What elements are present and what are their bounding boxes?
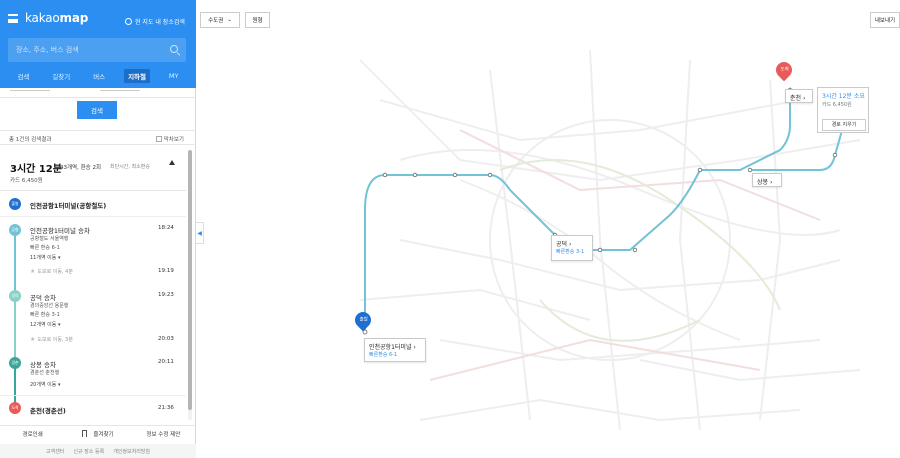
footer-link-support[interactable]: 고객센터 [46,448,64,455]
start-station[interactable]: 인천공항1터미널(공항철도) [30,200,106,210]
last-train-label: 막차보기 [163,137,184,143]
segment-note: 빠른 환승 6-1 [30,245,60,251]
transfer1-callout[interactable]: 공덕 › 빠른환승 3-1 [551,235,593,261]
tab-search[interactable]: 검색 [13,69,33,83]
kakaomap-logo[interactable]: kakaomap [25,11,88,25]
app: kakaomap 현 지도 내 장소검색 검색 길찾기 버스 지하철 MY 검색 [0,0,900,458]
transfer2-callout[interactable]: 상봉 › [752,173,782,187]
chevron-right-icon: › [769,179,773,186]
segment-title[interactable]: 상봉 승차 [30,359,56,369]
chevron-right-icon: › [568,241,572,248]
summary-duration: 3시간 12분 소요 [822,93,865,100]
segment-line: 경춘선 춘천행 [30,370,60,376]
segment-badge-gyeongui: 경의 [9,290,21,302]
segment-title[interactable]: 공덕 승차 [30,292,56,302]
panel-header: kakaomap 현 지도 내 장소검색 검색 길찾기 버스 지하철 MY [0,0,196,88]
end-badge: 도착 [9,402,21,414]
walk-icon: ★ [30,268,36,275]
route-fare: 카드 6,450원 [10,178,43,184]
divider [0,216,186,217]
segment-stops[interactable]: 12개역 이동 ▾ [30,321,60,328]
chevron-right-icon: › [413,344,416,351]
reset-button[interactable]: 원형 [245,12,270,28]
start-badge: 출발 [9,198,21,210]
route-meta: 43개역, 환승 2회 [60,165,102,171]
menu-icon[interactable] [8,14,18,23]
walk-info: ★ 도보로 이동, 4분 [30,268,73,275]
destination-field-underline [100,90,140,91]
end-time: 21:36 [158,405,174,411]
segment-badge-gyeongchun: 경춘 [9,357,21,369]
tab-bus[interactable]: 버스 [89,69,109,83]
result-count: 총 1건의 검색결과 [9,137,52,143]
tab-my[interactable]: MY [165,70,183,82]
segment-arrive: 20:03 [158,336,174,342]
segment-note: 빠른 환승 3-1 [30,312,60,318]
search-box [8,38,186,62]
map-area-search-label: 현 지도 내 장소검색 [135,19,185,26]
suggest-edit-button[interactable]: 정보 수정 제안 [131,430,196,438]
segment-line: 공항철도 서울역행 [30,236,69,242]
segment-stops[interactable]: 20개역 이동 ▾ [30,381,60,388]
map-area-search-link[interactable]: 현 지도 내 장소검색 [125,17,185,26]
footer-link-privacy[interactable]: 개인정보처리방침 [113,448,150,455]
bottom-actions: 경로인쇄 즐겨찾기 정보 수정 제안 [0,425,196,441]
result-bar: 총 1건의 검색결과 막차보기 [0,130,196,145]
route-summary-popup: 3시간 12분 소요 카드 6,450원 경로 지우기 [817,87,869,133]
end-station-callout[interactable]: 춘천 › [785,89,813,103]
nav-tabs: 검색 길찾기 버스 지하철 MY [0,68,196,84]
walk-info: ★ 도보로 이동, 3분 [30,336,73,343]
export-button[interactable]: 내보내기 [870,12,900,28]
divider [0,395,186,396]
segment-title[interactable]: 인천공항1터미널 승차 [30,225,90,235]
favorite-button[interactable]: 즐겨찾기 [65,429,130,438]
segment-line: 경의중앙선 용문행 [30,303,69,309]
segment-time: 20:11 [158,359,174,365]
panel-collapse-handle[interactable]: ◀ [196,222,204,244]
region-select[interactable]: 수도권 ⌄ [200,12,240,28]
route-sub-meta: 최단시간, 최소환승 [110,164,150,170]
start-transfer-hint: 빠른환승 6-1 [369,352,398,358]
target-icon [125,18,132,25]
segment-badge-airport: 공항 [9,224,21,236]
divider [0,190,186,191]
last-train-toggle[interactable]: 막차보기 [155,135,184,143]
print-route-button[interactable]: 경로인쇄 [0,430,65,438]
bookmark-icon [82,429,88,437]
collapse-route-icon[interactable] [169,160,175,165]
search-button[interactable]: 검색 [77,101,117,119]
search-input[interactable] [16,38,166,62]
search-icon[interactable] [170,45,178,53]
background-lines-red [429,129,821,381]
transfer1-hint: 빠른환승 3-1 [556,249,585,255]
route-duration: 3시간 12분 [10,164,62,175]
origin-field-underline [10,90,50,91]
segment-stops[interactable]: 11개역 이동 ▾ [30,254,60,261]
summary-fare: 카드 6,450원 [822,102,852,108]
chevron-down-icon: ⌄ [227,17,232,23]
footer-links: 고객센터 신규 장소 등록 개인정보처리방침 [0,444,196,458]
tab-directions[interactable]: 길찾기 [48,69,74,83]
background-lines [359,49,861,431]
walk-icon: ★ [30,336,36,343]
segment-time: 18:24 [158,225,174,231]
segment-arrive: 19:19 [158,268,174,274]
route-line-gyeongchun [14,366,16,404]
clear-route-button[interactable]: 경로 지우기 [822,119,866,131]
start-station-callout[interactable]: 인천공항1터미널 › 빠른환승 6-1 [364,338,426,362]
left-panel: kakaomap 현 지도 내 장소검색 검색 길찾기 버스 지하철 MY 검색 [0,0,196,458]
end-station[interactable]: 춘천(경춘선) [30,405,66,415]
route-line-gyeongui [14,300,16,358]
segment-time: 19:23 [158,292,174,298]
scrollbar-thumb[interactable] [188,150,192,410]
station-input-strip[interactable] [0,88,196,98]
tab-subway[interactable]: 지하철 [124,69,151,83]
route-line-airport [14,232,16,294]
footer-link-register[interactable]: 신규 장소 등록 [73,448,104,455]
chevron-right-icon: › [802,95,806,102]
checkbox-icon[interactable] [155,136,162,142]
station-markers [362,87,838,335]
